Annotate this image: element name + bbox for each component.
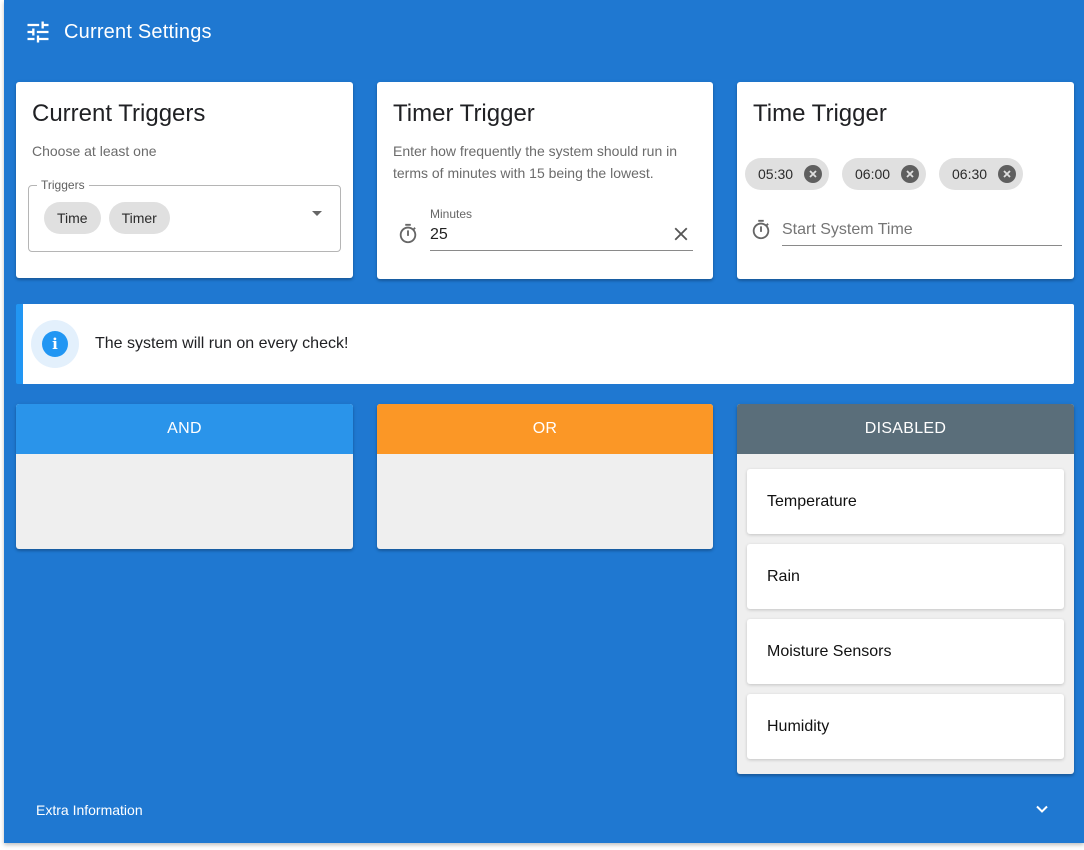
or-column-header: OR [377, 404, 713, 454]
page-title: Current Settings [64, 20, 212, 43]
triggers-select[interactable]: Triggers Time Timer [28, 178, 341, 252]
timer-trigger-card: Timer Trigger Enter how frequently the s… [377, 82, 713, 279]
time-chip-label: 06:30 [952, 166, 988, 182]
settings-panel: Current Settings Current Triggers Choose… [4, 0, 1084, 843]
time-chip[interactable]: 05:30 [745, 158, 830, 190]
clear-icon[interactable] [670, 223, 692, 245]
minutes-underline [430, 250, 693, 251]
timer-icon [752, 219, 770, 240]
time-chip[interactable]: 06:00 [842, 158, 927, 190]
minutes-label: Minutes [430, 207, 473, 221]
time-chip-label: 06:00 [855, 166, 891, 182]
timer-trigger-description: Enter how frequently the system should r… [393, 143, 678, 181]
and-column[interactable]: AND [16, 404, 353, 549]
timer-trigger-title: Timer Trigger [393, 100, 535, 127]
trigger-chip-timer[interactable]: Timer [108, 202, 170, 234]
panel-header: Current Settings [24, 16, 212, 48]
current-triggers-card: Current Triggers Choose at least one Tri… [16, 82, 353, 278]
timer-icon [399, 223, 417, 244]
chevron-down-icon[interactable] [1034, 801, 1050, 817]
disabled-column[interactable]: DISABLED Temperature Rain Moisture Senso… [737, 404, 1074, 774]
disabled-column-header: DISABLED [737, 404, 1074, 454]
dropdown-arrow-icon[interactable] [312, 211, 322, 216]
extra-information-toggle[interactable]: Extra Information [36, 802, 143, 818]
sensor-item-moisture-sensors[interactable]: Moisture Sensors [747, 619, 1064, 684]
triggers-select-label: Triggers [37, 178, 89, 192]
remove-icon[interactable] [804, 165, 823, 183]
sensor-item-rain[interactable]: Rain [747, 544, 1064, 609]
remove-icon[interactable] [901, 165, 920, 183]
info-banner-text: The system will run on every check! [95, 335, 349, 352]
and-column-header: AND [16, 404, 353, 454]
sensor-item-humidity[interactable]: Humidity [747, 694, 1064, 759]
or-column[interactable]: OR [377, 404, 713, 549]
time-trigger-card: Time Trigger 05:30 06:00 06:30 Start Sys… [737, 82, 1074, 279]
current-triggers-title: Current Triggers [32, 100, 206, 127]
info-icon: i [31, 320, 79, 368]
trigger-chip-time[interactable]: Time [44, 202, 101, 234]
start-time-input[interactable]: Start System Time [782, 221, 913, 239]
minutes-input[interactable]: 25 [430, 226, 448, 244]
time-chip-label: 05:30 [758, 166, 794, 182]
start-time-underline [782, 245, 1062, 246]
tune-icon [27, 21, 49, 43]
time-trigger-title: Time Trigger [753, 100, 887, 127]
info-banner: i The system will run on every check! [16, 304, 1074, 384]
remove-icon[interactable] [998, 165, 1017, 183]
sensor-item-temperature[interactable]: Temperature [747, 469, 1064, 534]
current-triggers-subtitle: Choose at least one [32, 143, 157, 159]
time-chip[interactable]: 06:30 [939, 158, 1024, 190]
